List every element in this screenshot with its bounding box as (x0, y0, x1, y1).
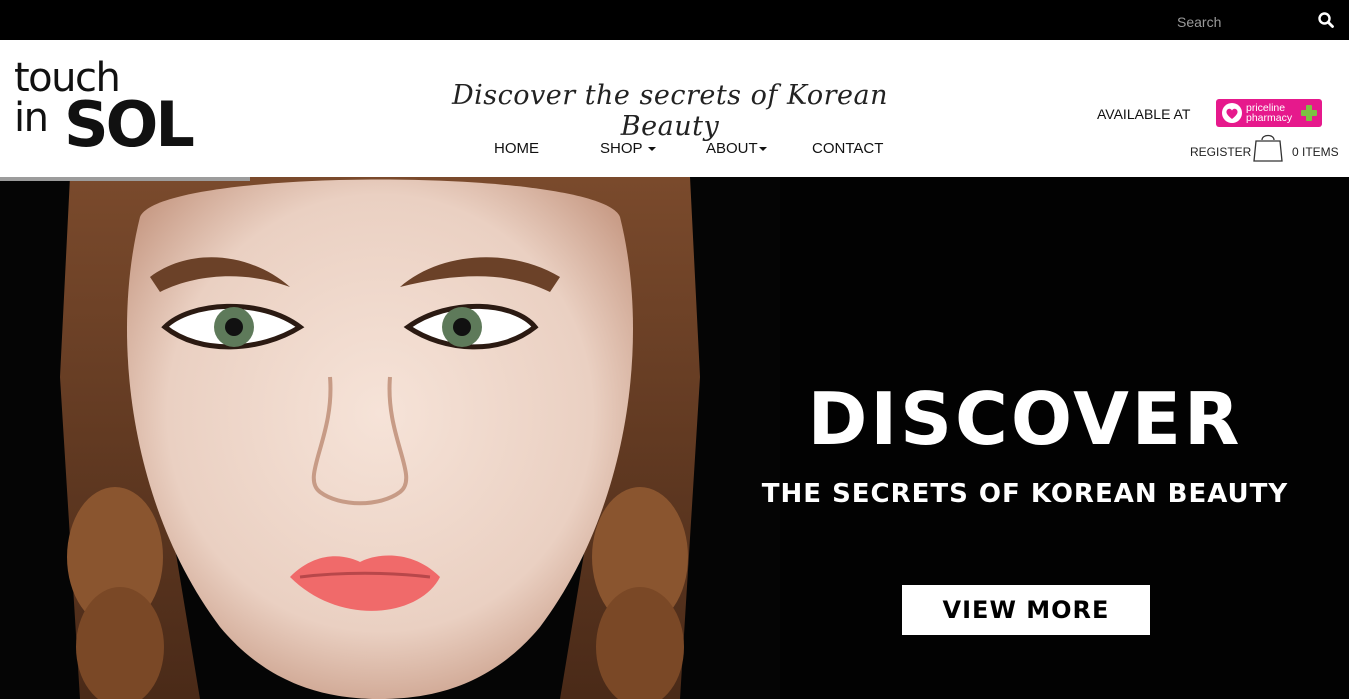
brand-logo[interactable]: touch in SOL (14, 58, 195, 161)
nav-home[interactable]: HOME (494, 140, 539, 157)
nav-about[interactable]: ABOUT (706, 140, 767, 157)
nav-shop[interactable]: SHOP (600, 140, 656, 157)
caret-down-icon (758, 147, 767, 152)
nav-home-label: HOME (494, 140, 539, 157)
nav-contact[interactable]: CONTACT (812, 140, 883, 157)
pharmacy-cross-icon (1301, 105, 1317, 121)
priceline-wordmark: priceline pharmacy (1246, 103, 1293, 124)
hero-portrait-image (0, 177, 780, 699)
priceline-heart-icon (1222, 103, 1242, 123)
cart-items-count[interactable]: 0 ITEMS (1292, 145, 1339, 159)
search-input[interactable] (1175, 10, 1299, 34)
hero-banner[interactable]: DISCOVER THE SECRETS OF KOREAN BEAUTY VI… (0, 177, 1349, 699)
shopping-bag-icon[interactable] (1252, 130, 1284, 162)
logo-text-in: in (14, 95, 49, 141)
slide-progress-bar (0, 177, 250, 181)
search-icon[interactable] (1317, 11, 1335, 29)
nav-contact-label: CONTACT (812, 140, 884, 157)
nav-shop-label: SHOP (600, 140, 643, 157)
hero-subtitle: THE SECRETS OF KOREAN BEAUTY (761, 479, 1289, 509)
register-link[interactable]: REGISTER (1190, 145, 1251, 159)
priceline-pharmacy-logo[interactable]: priceline pharmacy (1216, 99, 1322, 127)
site-header: touch in SOL Discover the secrets of Kor… (0, 40, 1349, 177)
site-tagline: Discover the secrets of Korean Beauty (451, 80, 889, 142)
available-at-label: AVAILABLE AT (1097, 106, 1191, 122)
caret-down-icon (647, 147, 656, 152)
view-more-button[interactable]: VIEW MORE (902, 585, 1150, 635)
nav-about-label: ABOUT (706, 140, 758, 157)
hero-title: DISCOVER (807, 377, 1243, 461)
top-bar (0, 0, 1349, 41)
priceline-line2: pharmacy (1246, 112, 1293, 124)
logo-text-sol: SOL (64, 88, 195, 161)
